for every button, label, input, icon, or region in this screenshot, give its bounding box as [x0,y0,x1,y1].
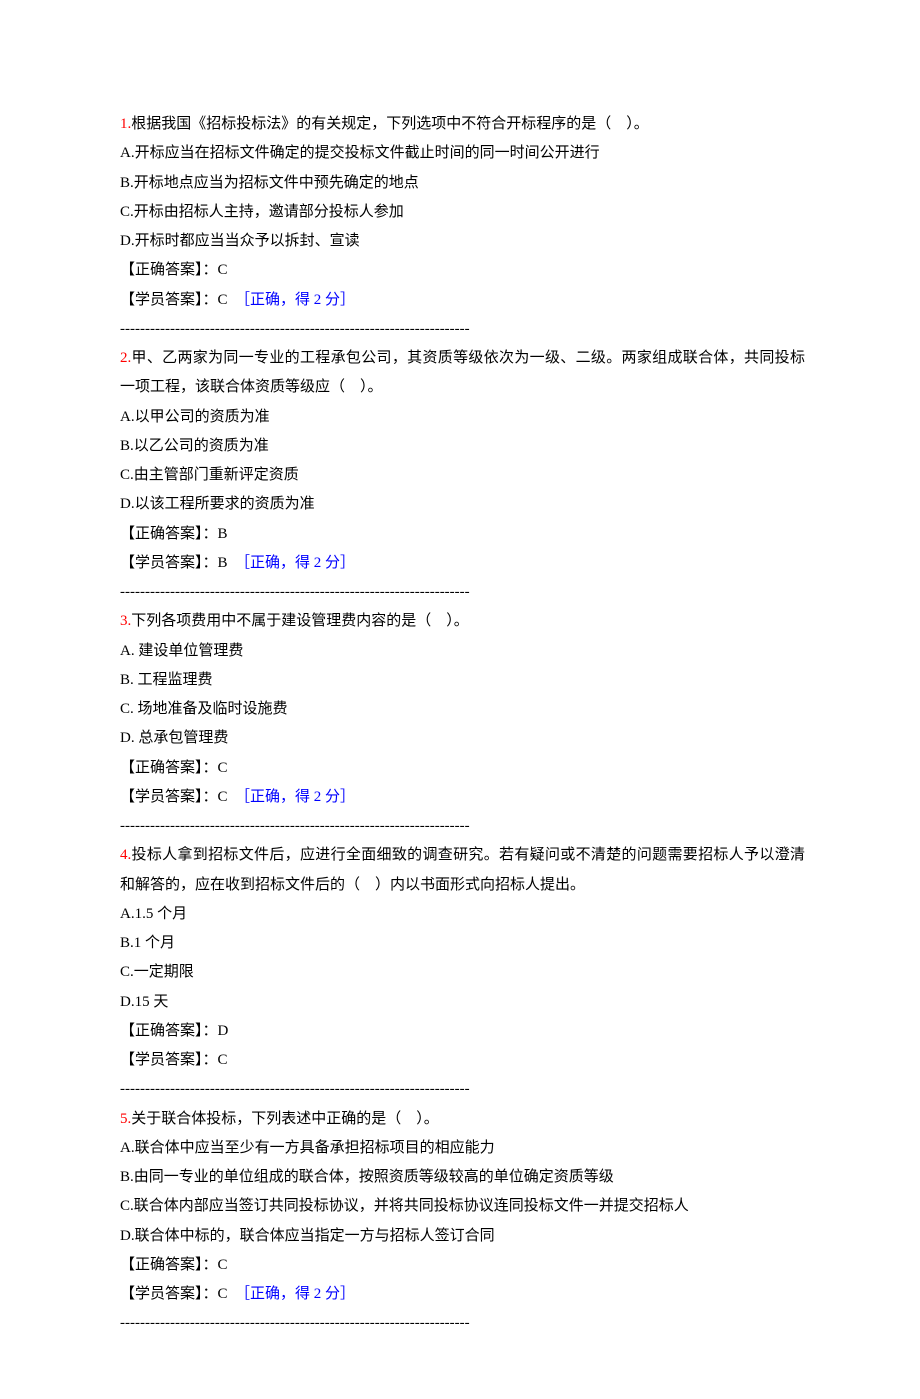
correct-answer-value: B [218,526,228,542]
student-answer: 【学员答案】：C [120,1046,805,1075]
option: D.开标时都应当当众予以拆封、宣读 [120,227,805,256]
question-block: 4.投标人拿到招标文件后，应进行全面细致的调查研究。若有疑问或不清楚的问题需要招… [120,841,805,1104]
correct-answer-value: C [218,1257,228,1273]
correct-answer: 【正确答案】：C [120,1251,805,1280]
correct-answer-value: D [218,1023,229,1039]
correct-answer: 【正确答案】：D [120,1017,805,1046]
divider: ----------------------------------------… [120,812,805,841]
correct-answer-label: 【正确答案】： [120,262,218,278]
correct-answer: 【正确答案】：C [120,754,805,783]
option: A. 建设单位管理费 [120,637,805,666]
option: B.1 个月 [120,929,805,958]
question-number: 4. [120,847,131,863]
correct-answer-label: 【正确答案】： [120,526,218,542]
option: C. 场地准备及临时设施费 [120,695,805,724]
option: C.一定期限 [120,958,805,987]
correct-answer-value: C [218,760,228,776]
feedback-correct: ［正确，得 2 分］ [243,555,356,571]
option: D.以该工程所要求的资质为准 [120,490,805,519]
correct-answer-label: 【正确答案】： [120,1257,218,1273]
option: A.以甲公司的资质为准 [120,403,805,432]
option: C.联合体内部应当签订共同投标协议，并将共同投标协议连同投标文件一并提交招标人 [120,1192,805,1221]
option: A.1.5 个月 [120,900,805,929]
question-number: 3. [120,613,131,629]
option: B.以乙公司的资质为准 [120,432,805,461]
student-answer-value: B [218,555,228,571]
option: D. 总承包管理费 [120,724,805,753]
divider: ----------------------------------------… [120,315,805,344]
question-stem-text: 甲、乙两家为同一专业的工程承包公司，其资质等级依次为一级、二级。两家组成联合体，… [120,350,805,395]
student-answer-value: C [218,292,228,308]
question-block: 3.下列各项费用中不属于建设管理费内容的是（ ）。A. 建设单位管理费B. 工程… [120,607,805,841]
option: B. 工程监理费 [120,666,805,695]
correct-answer: 【正确答案】：C [120,256,805,285]
student-answer: 【学员答案】：C ［正确，得 2 分］ [120,286,805,315]
student-answer-label: 【学员答案】： [120,1052,218,1068]
question-stem: 2.甲、乙两家为同一专业的工程承包公司，其资质等级依次为一级、二级。两家组成联合… [120,344,805,403]
feedback-correct: ［正确，得 2 分］ [243,1286,356,1302]
question-block: 2.甲、乙两家为同一专业的工程承包公司，其资质等级依次为一级、二级。两家组成联合… [120,344,805,607]
student-answer: 【学员答案】：C ［正确，得 2 分］ [120,1280,805,1309]
question-number: 2. [120,350,131,366]
option: D.15 天 [120,988,805,1017]
question-block: 5.关于联合体投标，下列表述中正确的是（ ）。A.联合体中应当至少有一方具备承担… [120,1105,805,1339]
question-number: 5. [120,1111,131,1127]
student-answer-value: C [218,1286,228,1302]
question-stem: 4.投标人拿到招标文件后，应进行全面细致的调查研究。若有疑问或不清楚的问题需要招… [120,841,805,900]
option: B.由同一专业的单位组成的联合体，按照资质等级较高的单位确定资质等级 [120,1163,805,1192]
option: A.联合体中应当至少有一方具备承担招标项目的相应能力 [120,1134,805,1163]
student-answer-value: C [218,1052,228,1068]
student-answer: 【学员答案】：B ［正确，得 2 分］ [120,549,805,578]
student-answer-label: 【学员答案】： [120,555,218,571]
student-answer-label: 【学员答案】： [120,292,218,308]
option: B.开标地点应当为招标文件中预先确定的地点 [120,169,805,198]
option: A.开标应当在招标文件确定的提交投标文件截止时间的同一时间公开进行 [120,139,805,168]
question-number: 1. [120,116,131,132]
student-answer-value: C [218,789,228,805]
feedback-correct: ［正确，得 2 分］ [243,292,356,308]
question-block: 1.根据我国《招标投标法》的有关规定，下列选项中不符合开标程序的是（ ）。A.开… [120,110,805,344]
divider: ----------------------------------------… [120,1309,805,1338]
correct-answer: 【正确答案】：B [120,520,805,549]
feedback-correct: ［正确，得 2 分］ [243,789,356,805]
question-stem: 1.根据我国《招标投标法》的有关规定，下列选项中不符合开标程序的是（ ）。 [120,110,805,139]
option: D.联合体中标的，联合体应当指定一方与招标人签订合同 [120,1222,805,1251]
question-stem: 5.关于联合体投标，下列表述中正确的是（ ）。 [120,1105,805,1134]
question-stem-text: 关于联合体投标，下列表述中正确的是（ ）。 [131,1111,439,1127]
divider: ----------------------------------------… [120,578,805,607]
student-answer-label: 【学员答案】： [120,1286,218,1302]
question-stem-text: 投标人拿到招标文件后，应进行全面细致的调查研究。若有疑问或不清楚的问题需要招标人… [120,847,805,892]
question-stem-text: 根据我国《招标投标法》的有关规定，下列选项中不符合开标程序的是（ ）。 [131,116,649,132]
option: C.由主管部门重新评定资质 [120,461,805,490]
correct-answer-label: 【正确答案】： [120,1023,218,1039]
divider: ----------------------------------------… [120,1075,805,1104]
student-answer-label: 【学员答案】： [120,789,218,805]
student-answer: 【学员答案】：C ［正确，得 2 分］ [120,783,805,812]
question-stem: 3.下列各项费用中不属于建设管理费内容的是（ ）。 [120,607,805,636]
correct-answer-value: C [218,262,228,278]
option: C.开标由招标人主持，邀请部分投标人参加 [120,198,805,227]
correct-answer-label: 【正确答案】： [120,760,218,776]
question-stem-text: 下列各项费用中不属于建设管理费内容的是（ ）。 [131,613,469,629]
